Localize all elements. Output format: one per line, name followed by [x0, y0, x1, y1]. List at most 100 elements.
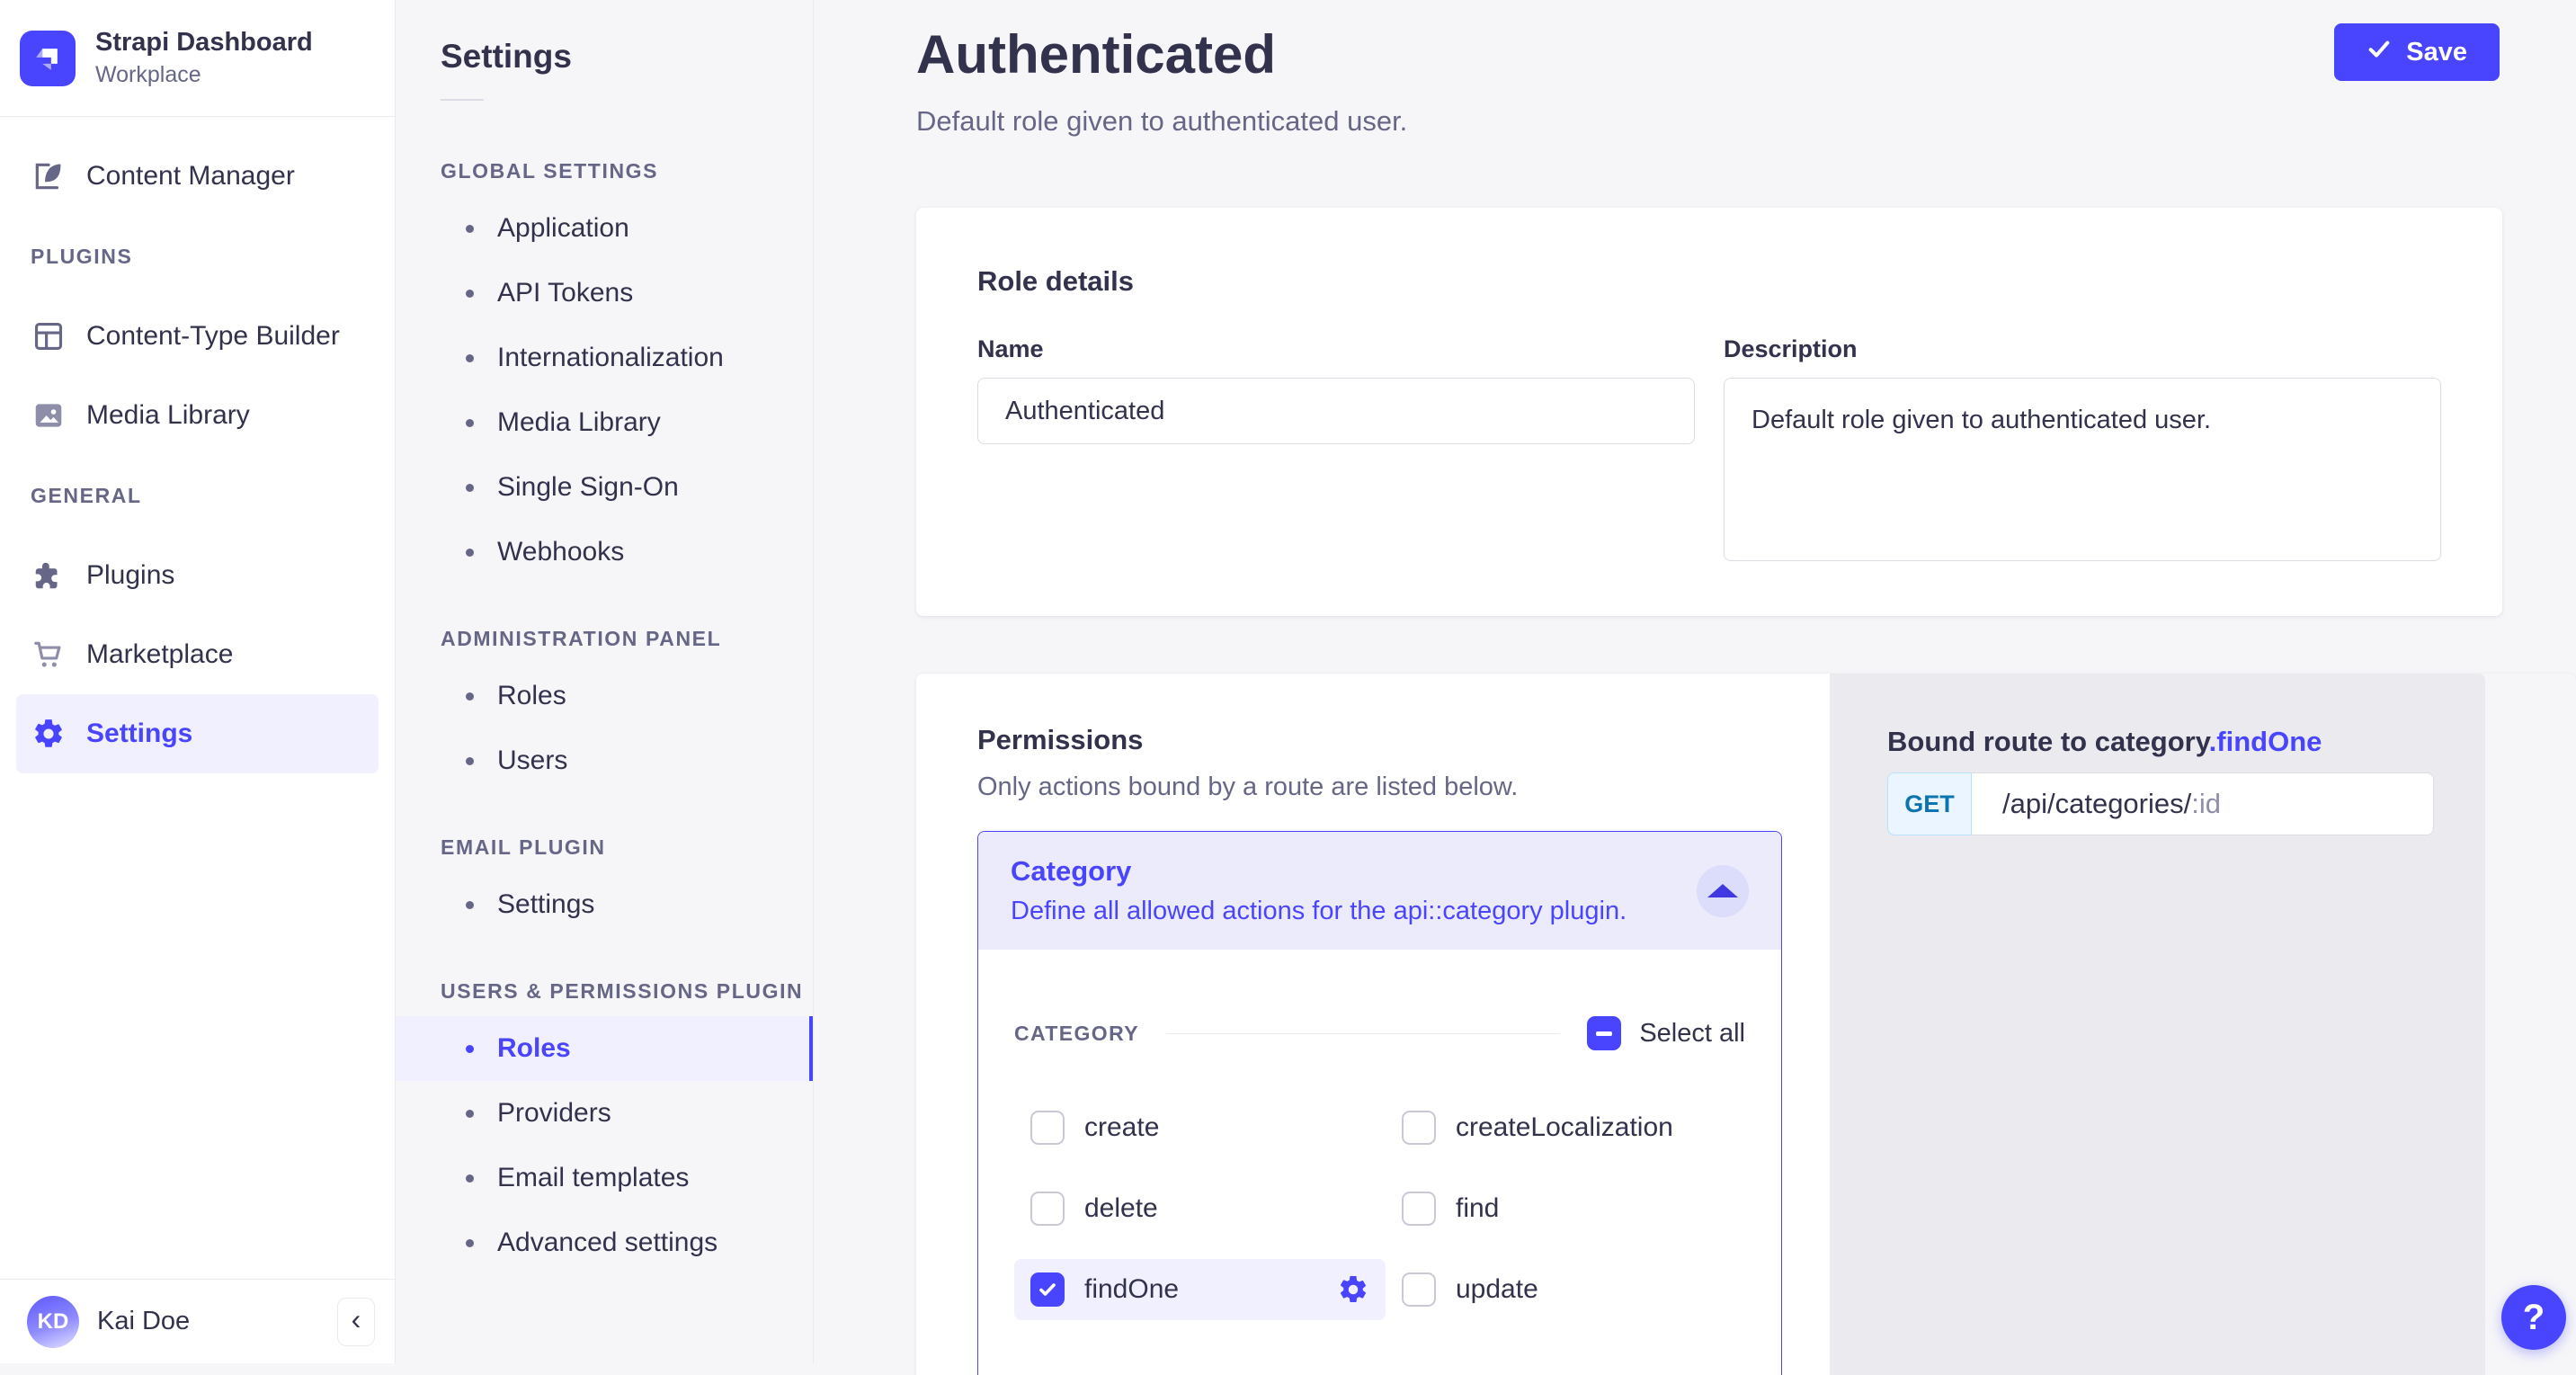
createLocalization-checkbox[interactable] [1402, 1111, 1436, 1145]
action-createLocalization: createLocalization [1386, 1097, 1745, 1158]
permissions-section: Permissions Only actions bound by a rout… [916, 674, 2576, 1375]
layout-icon [31, 318, 67, 354]
subnav-section-administration-panel: ADMINISTRATION PANEL [441, 604, 813, 664]
bullet-icon [466, 419, 474, 427]
brand: Strapi Dashboard Workplace [0, 0, 395, 117]
action-label: createLocalization [1456, 1112, 1673, 1143]
subnav-item-label: Users [497, 746, 567, 776]
check-icon [1037, 1279, 1058, 1300]
sidebar-item-content-manager[interactable]: Content Manager [16, 137, 379, 216]
permissions-card: Permissions Only actions bound by a rout… [916, 674, 1830, 1375]
bullet-icon [466, 757, 474, 765]
check-icon [2367, 36, 2392, 68]
page-subtitle: Default role given to authenticated user… [916, 105, 2576, 138]
create-checkbox[interactable] [1030, 1111, 1065, 1145]
brand-title: Strapi Dashboard [95, 28, 313, 58]
subnav-item-email-templates[interactable]: Email templates [441, 1146, 813, 1210]
sidebar-item-content-type-builder[interactable]: Content-Type Builder [16, 297, 379, 376]
name-field-group: Name [977, 335, 1695, 566]
main-content: Authenticated Save Default role given to… [814, 0, 2576, 1363]
save-button-label: Save [2406, 38, 2467, 67]
subnav-item-up-roles[interactable]: Roles [396, 1016, 813, 1081]
role-details-heading: Role details [977, 265, 2441, 298]
sidebar-item-label: Plugins [86, 560, 174, 591]
subnav-section-users-permissions-plugin: USERS & PERMISSIONS PLUGIN [441, 957, 813, 1016]
subnav-item-admin-users[interactable]: Users [441, 728, 813, 793]
action-update: update [1386, 1259, 1745, 1320]
category-accordion-header[interactable]: Category Define all allowed actions for … [978, 832, 1781, 950]
help-button[interactable]: ? [2501, 1285, 2566, 1350]
category-accordion-text: Category Define all allowed actions for … [1011, 855, 1627, 926]
action-label: findOne [1084, 1274, 1179, 1305]
bullet-icon [466, 354, 474, 362]
group-divider [1166, 1033, 1560, 1034]
action-find: find [1386, 1178, 1745, 1239]
collapse-sidebar-button[interactable]: ‹ [337, 1298, 375, 1346]
subnav-section-global-settings: GLOBAL SETTINGS [441, 137, 813, 196]
find-checkbox[interactable] [1402, 1192, 1436, 1226]
description-textarea[interactable]: Default role given to authenticated user… [1724, 378, 2441, 561]
update-checkbox[interactable] [1402, 1272, 1436, 1307]
sidebar-footer: KD Kai Doe ‹ [0, 1279, 395, 1363]
category-group-row: CATEGORY Select all [1014, 1016, 1745, 1050]
puzzle-icon [31, 558, 67, 594]
subnav-item-label: Settings [497, 889, 594, 920]
bound-route-title: Bound route to category.findOne [1887, 726, 2434, 758]
bullet-icon [466, 1239, 474, 1247]
bullet-icon [466, 1110, 474, 1118]
user-name: Kai Doe [97, 1307, 319, 1336]
strapi-logo-icon [20, 31, 76, 86]
subnav-item-label: Webhooks [497, 537, 624, 567]
sidebar-section-general: GENERAL [16, 455, 379, 536]
question-mark-icon: ? [2523, 1298, 2545, 1338]
bullet-icon [466, 901, 474, 909]
subnav-item-api-tokens[interactable]: API Tokens [441, 261, 813, 326]
select-all-control[interactable]: Select all [1587, 1016, 1745, 1050]
description-label: Description [1724, 335, 2441, 363]
image-icon [31, 397, 67, 433]
action-label: find [1456, 1193, 1499, 1224]
collapse-accordion-button[interactable] [1697, 865, 1749, 917]
subnav-item-single-sign-on[interactable]: Single Sign-On [441, 455, 813, 520]
subnav-item-label: Single Sign-On [497, 472, 679, 503]
delete-checkbox[interactable] [1030, 1192, 1065, 1226]
save-button[interactable]: Save [2334, 23, 2500, 81]
gear-icon [31, 716, 67, 752]
sidebar-item-media-library[interactable]: Media Library [16, 376, 379, 455]
subnav-item-webhooks[interactable]: Webhooks [441, 520, 813, 585]
gear-icon [1337, 1273, 1369, 1306]
subnav-item-advanced-settings[interactable]: Advanced settings [441, 1210, 813, 1275]
subnav-divider [441, 99, 484, 101]
action-delete: delete [1014, 1178, 1386, 1239]
bullet-icon [466, 290, 474, 298]
sidebar-item-marketplace[interactable]: Marketplace [16, 615, 379, 694]
bullet-icon [466, 549, 474, 557]
route-path-text: /api/categories/ [2002, 788, 2191, 820]
avatar[interactable]: KD [27, 1296, 79, 1348]
route-method-badge: GET [1887, 772, 1972, 835]
sidebar-item-settings[interactable]: Settings [16, 694, 379, 773]
chevron-up-icon [1707, 884, 1738, 897]
subnav-item-admin-roles[interactable]: Roles [441, 664, 813, 728]
subnav-item-application[interactable]: Application [441, 196, 813, 261]
sidebar-item-plugins[interactable]: Plugins [16, 536, 379, 615]
action-findOne: findOne [1014, 1259, 1386, 1320]
subnav-item-media-library[interactable]: Media Library [441, 390, 813, 455]
findOne-settings-button[interactable] [1337, 1273, 1369, 1306]
subnav-item-internationalization[interactable]: Internationalization [441, 326, 813, 390]
subnav-item-label: Media Library [497, 407, 661, 438]
main-sidebar: Strapi Dashboard Workplace Content Manag… [0, 0, 396, 1363]
name-input[interactable] [977, 378, 1695, 444]
findOne-checkbox[interactable] [1030, 1272, 1065, 1307]
cart-icon [31, 637, 67, 673]
subnav-item-providers[interactable]: Providers [441, 1081, 813, 1146]
action-label: update [1456, 1274, 1538, 1305]
role-details-card: Role details Name Description Default ro… [916, 208, 2502, 616]
pen-icon [31, 158, 67, 194]
subnav-item-label: Application [497, 213, 629, 244]
subnav-item-email-settings[interactable]: Settings [441, 872, 813, 937]
bullet-icon [466, 484, 474, 492]
select-all-checkbox[interactable] [1587, 1016, 1621, 1050]
category-accordion-title: Category [1011, 855, 1627, 888]
category-group-label: CATEGORY [1014, 1022, 1139, 1046]
